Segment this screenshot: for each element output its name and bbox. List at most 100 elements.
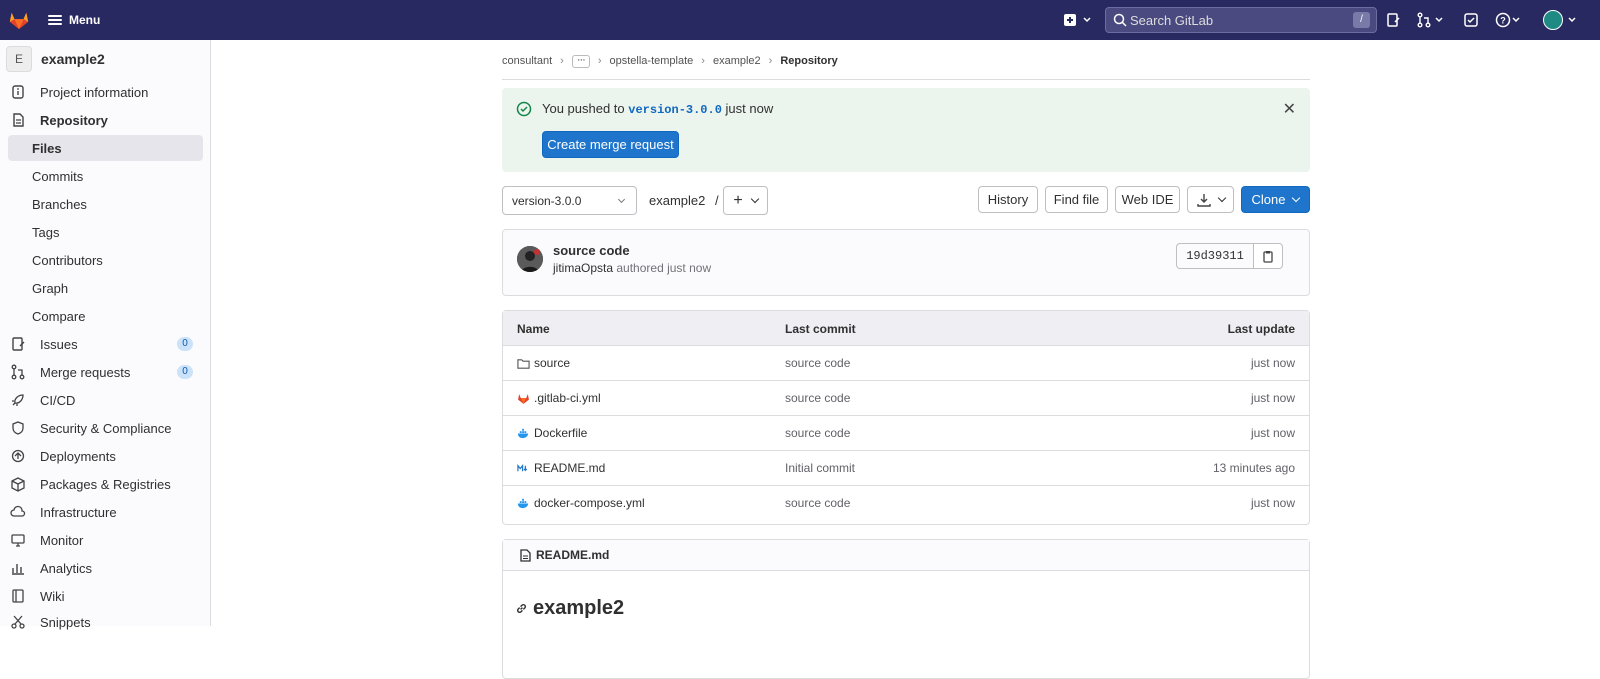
issues-icon bbox=[12, 337, 25, 351]
chevron-down-icon[interactable] bbox=[1082, 12, 1092, 28]
sidebar-item-monitor[interactable]: Monitor bbox=[8, 527, 203, 553]
breadcrumb-current[interactable]: Repository bbox=[780, 55, 837, 67]
breadcrumb-item[interactable]: opstella-template bbox=[610, 55, 694, 67]
alert-prefix: You pushed to bbox=[542, 101, 625, 116]
file-last-commit[interactable]: source code bbox=[785, 426, 850, 440]
help-icon[interactable]: ? bbox=[1495, 12, 1511, 28]
chart-icon bbox=[12, 564, 24, 575]
file-name[interactable]: .gitlab-ci.yml bbox=[534, 391, 601, 405]
info-icon bbox=[12, 85, 24, 99]
deployments-icon bbox=[11, 449, 25, 463]
create-merge-request-button[interactable]: Create merge request bbox=[542, 131, 679, 158]
sidebar-item-repository[interactable]: Repository bbox=[8, 107, 203, 133]
chevron-down-icon bbox=[617, 195, 626, 204]
repo-path-root[interactable]: example2 bbox=[649, 193, 705, 208]
sidebar-item-label: CI/CD bbox=[40, 392, 76, 408]
divider bbox=[502, 79, 1310, 80]
alert-message: You pushed to version-3.0.0 just now bbox=[542, 101, 773, 117]
commit-author[interactable]: jitimaOpsta bbox=[553, 261, 613, 275]
chevron-down-icon[interactable] bbox=[1567, 12, 1577, 28]
file-last-update: just now bbox=[1250, 356, 1295, 370]
monitor-icon bbox=[11, 534, 25, 547]
sidebar-item-issues[interactable]: Issues 0 bbox=[8, 331, 203, 357]
sidebar-item-wiki[interactable]: Wiki bbox=[8, 583, 203, 609]
todo-icon[interactable] bbox=[1463, 12, 1479, 28]
rocket-icon bbox=[12, 394, 24, 406]
commit-time: authored just now bbox=[616, 261, 712, 275]
link-icon[interactable] bbox=[515, 602, 528, 615]
clone-button[interactable]: Clone bbox=[1241, 186, 1310, 213]
sidebar-item-packages-registries[interactable]: Packages & Registries bbox=[8, 471, 203, 497]
sidebar-item-deployments[interactable]: Deployments bbox=[8, 443, 203, 469]
sidebar-item-compare[interactable]: Compare bbox=[8, 303, 203, 329]
sidebar-item-tags[interactable]: Tags bbox=[8, 219, 203, 245]
sidebar-item-snippets[interactable]: Snippets bbox=[8, 609, 203, 635]
path-separator: / bbox=[715, 193, 719, 208]
file-name[interactable]: source bbox=[534, 356, 570, 370]
chevron-right-icon: › bbox=[560, 55, 564, 67]
readme-heading-text: example2 bbox=[533, 597, 625, 619]
breadcrumb-more-button[interactable]: ··· bbox=[571, 54, 590, 68]
table-row[interactable]: source source code just now bbox=[503, 346, 1309, 381]
sidebar-item-ci-cd[interactable]: CI/CD bbox=[8, 387, 203, 413]
breadcrumb-item[interactable]: consultant bbox=[502, 55, 552, 67]
search-input[interactable]: Search GitLab / bbox=[1105, 7, 1377, 33]
file-last-commit[interactable]: Initial commit bbox=[785, 461, 855, 475]
merge-request-icon[interactable] bbox=[1416, 12, 1432, 28]
sidebar-item-graph[interactable]: Graph bbox=[8, 275, 203, 301]
add-to-tree-button[interactable]: + bbox=[723, 186, 768, 215]
close-icon[interactable]: ✕ bbox=[1283, 99, 1296, 119]
copy-sha-button[interactable] bbox=[1253, 243, 1283, 269]
file-name[interactable]: README.md bbox=[534, 461, 605, 475]
file-last-commit[interactable]: source code bbox=[785, 356, 850, 370]
alert-suffix: just now bbox=[725, 101, 774, 116]
table-row[interactable]: README.md Initial commit 13 minutes ago bbox=[503, 451, 1309, 486]
project-header[interactable]: E example2 bbox=[6, 46, 105, 72]
history-button[interactable]: History bbox=[978, 186, 1038, 213]
file-last-commit[interactable]: source code bbox=[785, 496, 850, 510]
alert-branch[interactable]: version-3.0.0 bbox=[628, 103, 722, 117]
sidebar-item-security-compliance[interactable]: Security & Compliance bbox=[8, 415, 203, 441]
file-name[interactable]: docker-compose.yml bbox=[534, 496, 645, 510]
download-button[interactable] bbox=[1187, 186, 1234, 213]
table-row[interactable]: docker-compose.yml source code just now bbox=[503, 486, 1309, 521]
chevron-down-icon[interactable] bbox=[1434, 12, 1444, 28]
readme-filename[interactable]: README.md bbox=[536, 548, 609, 562]
web-ide-button[interactable]: Web IDE bbox=[1115, 186, 1180, 213]
sidebar-item-label: Commits bbox=[32, 168, 84, 184]
sidebar-item-project-information[interactable]: Project information bbox=[8, 79, 203, 105]
sidebar-item-contributors[interactable]: Contributors bbox=[8, 247, 203, 273]
sidebar-item-label: Compare bbox=[32, 308, 86, 324]
sidebar-item-infrastructure[interactable]: Infrastructure bbox=[8, 499, 203, 525]
issues-icon[interactable] bbox=[1385, 12, 1401, 28]
commit-title[interactable]: source code bbox=[553, 243, 630, 258]
sidebar-item-label: Packages & Registries bbox=[40, 476, 171, 492]
table-row[interactable]: .gitlab-ci.yml source code just now bbox=[503, 381, 1309, 416]
commit-sha[interactable]: 19d39311 bbox=[1176, 243, 1253, 269]
sidebar-item-merge-requests[interactable]: Merge requests 0 bbox=[8, 359, 203, 385]
branch-selector[interactable]: version-3.0.0 bbox=[502, 186, 637, 215]
file-name[interactable]: Dockerfile bbox=[534, 426, 587, 440]
table-row[interactable]: Dockerfile source code just now bbox=[503, 416, 1309, 451]
svg-text:?: ? bbox=[1500, 16, 1506, 26]
chevron-down-icon[interactable] bbox=[1511, 12, 1521, 28]
file-last-commit[interactable]: source code bbox=[785, 391, 850, 405]
sidebar-item-branches[interactable]: Branches bbox=[8, 191, 203, 217]
readme-card: README.md example2 bbox=[502, 539, 1310, 679]
menu-button[interactable]: Menu bbox=[48, 10, 100, 30]
gitlab-logo[interactable] bbox=[8, 9, 30, 31]
sidebar-item-files[interactable]: Files bbox=[8, 135, 203, 161]
column-header-last-update: Last update bbox=[1227, 322, 1295, 336]
docker-icon bbox=[517, 498, 529, 508]
sidebar-item-commits[interactable]: Commits bbox=[8, 163, 203, 189]
package-icon bbox=[11, 477, 25, 492]
user-avatar[interactable] bbox=[1543, 10, 1563, 30]
create-new-icon[interactable] bbox=[1062, 12, 1078, 28]
menu-label: Menu bbox=[69, 13, 101, 27]
sidebar-item-label: Snippets bbox=[40, 614, 91, 630]
column-header-last-commit: Last commit bbox=[785, 322, 856, 336]
sidebar-item-analytics[interactable]: Analytics bbox=[8, 555, 203, 581]
breadcrumb-item[interactable]: example2 bbox=[713, 55, 761, 67]
find-file-button[interactable]: Find file bbox=[1045, 186, 1108, 213]
author-avatar[interactable] bbox=[517, 246, 543, 272]
